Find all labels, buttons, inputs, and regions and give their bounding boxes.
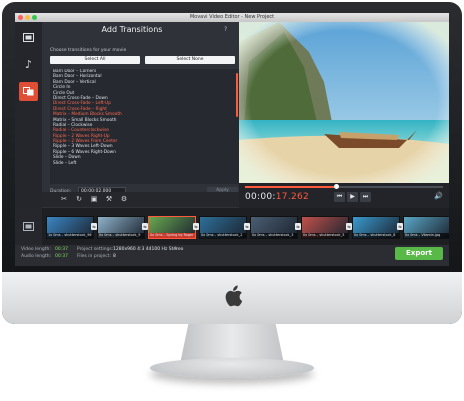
- timecode-main: 00:00:: [245, 192, 276, 202]
- app-window: Movavi Video Editor - New Project ♪ Add …: [15, 13, 449, 266]
- seek-progress: [245, 186, 337, 188]
- sidebar: ♪: [15, 22, 42, 208]
- files-value: 8: [113, 254, 116, 259]
- volume-icon[interactable]: 🔊: [434, 192, 443, 200]
- project-settings-value: 1280x960 4:3 44100 Hz Stereo: [113, 247, 184, 252]
- status-bar: Video length: 00:37 Audio length: 00:37 …: [15, 245, 449, 266]
- timeline-clip[interactable]: 0x 0ms – Spring by Roger: [148, 216, 196, 239]
- storyboard-timeline: 1x 0ms – shutterstock_96 ⇆ 0x 0ms – shutte…: [15, 208, 449, 245]
- export-button[interactable]: Export: [395, 247, 443, 260]
- select-all-button[interactable]: Select All: [50, 56, 140, 64]
- timeline-track-header: [15, 208, 42, 245]
- timeline-clip[interactable]: 0x 0ms – Vilamin.jpg: [403, 216, 449, 239]
- sidebar-item-transitions[interactable]: [19, 82, 38, 101]
- clip-name: 0x 0ms – shutterstock_9: [98, 233, 144, 238]
- clip-name: 1x 0ms – shutterstock_96: [47, 233, 93, 238]
- apple-logo-icon: [225, 285, 242, 307]
- clip-name: 0x 0ms – shutterstock_2: [200, 233, 246, 238]
- wrench-icon[interactable]: ⚒: [105, 195, 113, 203]
- delete-icon[interactable]: ▣: [90, 195, 98, 203]
- preview-image: [239, 22, 449, 183]
- seek-handle[interactable]: [334, 184, 340, 189]
- list-scrollbar[interactable]: [236, 73, 238, 117]
- clip-name: 0x 0ms – shutterstock_8: [353, 233, 399, 238]
- edit-toolbar: ✂ ↻ ▣ ⚒ ⚙: [42, 192, 239, 207]
- seek-bar[interactable]: [245, 184, 443, 189]
- transitions-list[interactable]: Barn Door – Corners Barn Door – Horizonta…: [50, 69, 239, 184]
- sidebar-item-music[interactable]: ♪: [19, 55, 38, 74]
- window-title: Movavi Video Editor - New Project: [189, 14, 275, 20]
- clip-name: 0x 0ms – shutterstock_5: [302, 233, 348, 238]
- help-button[interactable]: ?: [224, 26, 227, 33]
- next-frame-button[interactable]: ⏭: [360, 192, 371, 202]
- imac-stand-foot: [150, 358, 314, 378]
- clip-name: 0x 0ms – Vilamin.jpg: [404, 233, 449, 238]
- settings-icon[interactable]: ⚙: [120, 195, 128, 203]
- timeline-clip[interactable]: 0x 0ms – shutterstock_5: [301, 216, 349, 239]
- timecode: 00:00:17.262: [245, 192, 309, 202]
- transitions-icon: [23, 87, 34, 96]
- scissors-icon[interactable]: ✂: [60, 195, 68, 203]
- sidebar-item-video[interactable]: [19, 28, 38, 47]
- audio-length-value: 00:37: [55, 254, 68, 259]
- track-video-icon: [23, 222, 34, 231]
- player-controls: 00:00:17.262 ⏮ ▶ ⏭ 🔊: [239, 183, 449, 208]
- timeline-clip[interactable]: 0x 0ms – shutterstock_2: [199, 216, 247, 239]
- timeline-clip[interactable]: 1x 0ms – shutterstock_96: [46, 216, 94, 239]
- play-button[interactable]: ▶: [347, 192, 358, 202]
- window-titlebar: Movavi Video Editor - New Project: [15, 13, 449, 22]
- rotate-icon[interactable]: ↻: [75, 195, 83, 203]
- panel-subtitle: Choose transitions for your movie: [50, 48, 127, 53]
- video-length-value: 00:37: [55, 247, 68, 252]
- clip-name: 0x 0ms – Spring by Roger: [149, 233, 195, 238]
- edit-settings-icon[interactable]: ✎: [174, 246, 178, 252]
- clip-name: 0x 0ms – shutterstock_3: [251, 233, 297, 238]
- video-length-label: Video length:: [21, 247, 51, 252]
- timeline-clip[interactable]: 0x 0ms – shutterstock_8: [352, 216, 400, 239]
- panel-title: Add Transitions: [101, 25, 163, 34]
- previous-frame-button[interactable]: ⏮: [334, 192, 345, 202]
- select-none-button[interactable]: Select None: [145, 56, 235, 64]
- transition-list-item[interactable]: Slide – Left: [50, 161, 239, 166]
- transitions-panel: Add Transitions ? Choose transitions for…: [42, 22, 239, 208]
- video-preview[interactable]: [239, 22, 449, 183]
- video-icon: [23, 33, 34, 42]
- audio-length-label: Audio length:: [21, 254, 52, 259]
- timecode-fraction: 17.262: [275, 192, 310, 202]
- timeline-clip[interactable]: 0x 0ms – shutterstock_3: [250, 216, 298, 239]
- files-label: Files in project:: [77, 254, 111, 259]
- timeline-clip[interactable]: 0x 0ms – shutterstock_9: [97, 216, 145, 239]
- project-settings-label: Project settings:: [77, 247, 114, 252]
- music-icon: ♪: [24, 58, 33, 71]
